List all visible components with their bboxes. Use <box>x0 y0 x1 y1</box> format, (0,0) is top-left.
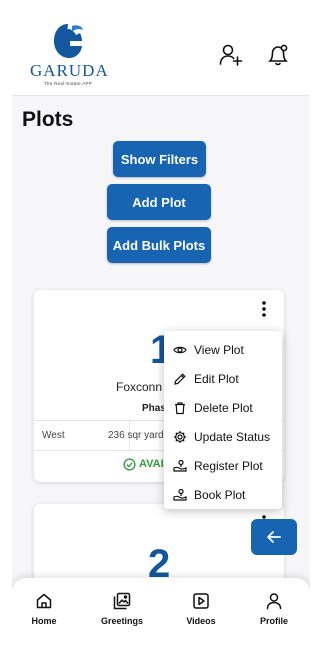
logo-tagline: The Real-Estate APP <box>43 81 93 86</box>
app-header: GARUDA The Real-Estate APP <box>12 0 310 96</box>
menu-item-update-status[interactable]: Update Status <box>164 422 282 451</box>
menu-item-label: Delete Plot <box>194 400 253 415</box>
add-plot-button[interactable]: Add Plot <box>107 184 211 220</box>
gear-icon <box>174 430 186 443</box>
plot-name: Foxconn <box>116 380 163 394</box>
nav-label: Videos <box>186 616 216 626</box>
nav-label: Profile <box>259 616 288 626</box>
nav-label: Home <box>31 616 57 626</box>
logo-wordmark: GARUDA <box>30 61 109 80</box>
app-screen: GARUDA The Real-Estate APP Plots Show Fi… <box>12 0 310 646</box>
bottom-navigation: Home Greetings Videos Profile <box>12 578 310 646</box>
menu-item-label: Book Plot <box>194 487 246 502</box>
plot-options-menu: View Plot Edit Plot Delete Plot Update S… <box>164 331 282 509</box>
nav-item-greetings[interactable]: Greetings <box>92 592 152 626</box>
trash-icon <box>175 401 185 414</box>
plot-facing: West <box>42 430 65 441</box>
more-options-icon[interactable] <box>256 299 272 319</box>
nav-item-home[interactable]: Home <box>14 592 74 626</box>
menu-item-label: View Plot <box>194 342 244 357</box>
nav-label: Greetings <box>100 616 143 626</box>
menu-item-label: Edit Plot <box>194 371 239 386</box>
book-icon <box>173 488 187 501</box>
menu-item-register-plot[interactable]: Register Plot <box>164 451 282 480</box>
add-user-icon[interactable] <box>218 42 244 68</box>
check-circle-icon <box>123 458 136 471</box>
nav-item-profile[interactable]: Profile <box>244 592 304 626</box>
plot-phase: Phas <box>142 403 166 414</box>
profile-icon <box>266 593 282 610</box>
video-icon <box>193 593 209 609</box>
plot-status: AVAI <box>139 458 164 470</box>
eye-icon <box>173 346 187 353</box>
menu-item-book-plot[interactable]: Book Plot <box>164 480 282 509</box>
menu-item-edit-plot[interactable]: Edit Plot <box>164 364 282 393</box>
show-filters-button[interactable]: Show Filters <box>113 141 206 177</box>
arrow-left-icon <box>267 531 281 543</box>
add-bulk-plots-button[interactable]: Add Bulk Plots <box>107 227 211 263</box>
garuda-logo-mark-icon <box>54 24 83 58</box>
menu-item-label: Register Plot <box>194 458 263 473</box>
plot-size: 236 sqr yard <box>108 430 164 441</box>
register-icon <box>173 459 187 472</box>
menu-item-delete-plot[interactable]: Delete Plot <box>164 393 282 422</box>
back-fab-button[interactable] <box>251 519 297 555</box>
pencil-icon <box>174 372 186 385</box>
home-icon <box>36 593 52 609</box>
page-title: Plots <box>22 108 74 131</box>
menu-item-view-plot[interactable]: View Plot <box>164 335 282 364</box>
gallery-icon <box>113 592 131 610</box>
menu-item-label: Update Status <box>194 429 271 444</box>
nav-item-videos[interactable]: Videos <box>171 592 231 626</box>
garuda-logo: GARUDA The Real-Estate APP <box>30 22 109 86</box>
notification-bell-icon[interactable] <box>265 42 291 68</box>
